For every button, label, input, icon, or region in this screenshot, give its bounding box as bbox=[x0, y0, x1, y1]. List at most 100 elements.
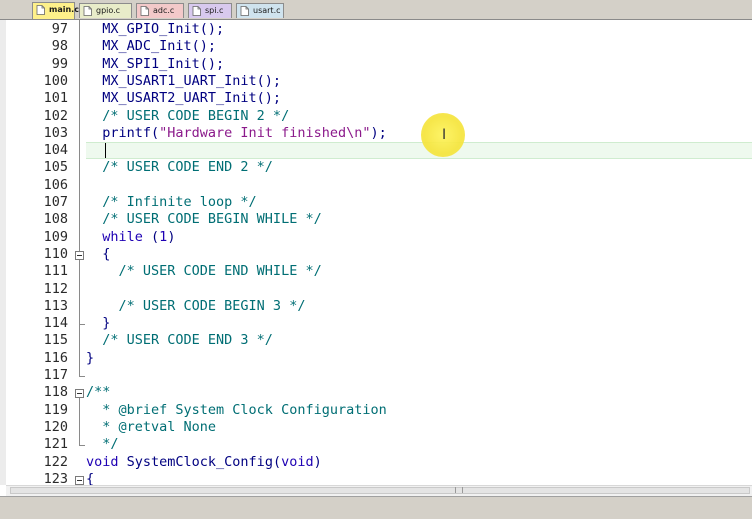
line-number: 100 bbox=[43, 72, 68, 89]
horizontal-scrollbar[interactable] bbox=[6, 485, 752, 496]
line-number: 119 bbox=[43, 401, 68, 418]
tab-spi-c[interactable]: spi.c bbox=[188, 3, 232, 18]
code-token: } bbox=[86, 349, 95, 366]
code-token: while bbox=[102, 228, 143, 245]
code-token: MX_USART2_UART_Init(); bbox=[86, 90, 282, 107]
fold-end-marker bbox=[79, 324, 85, 326]
code-token: /* USER CODE BEGIN WHILE */ bbox=[86, 211, 322, 228]
fold-toggle-icon[interactable] bbox=[75, 389, 84, 399]
code-token: MX_USART1_UART_Init(); bbox=[86, 72, 282, 89]
code-line[interactable]: } bbox=[86, 350, 94, 367]
text-cursor-icon: I bbox=[442, 127, 447, 143]
code-token: } bbox=[86, 315, 111, 332]
line-number: 108 bbox=[43, 211, 68, 228]
code-token: MX_SPI1_Init(); bbox=[86, 55, 225, 72]
code-line[interactable]: MX_USART2_UART_Init(); bbox=[86, 90, 281, 107]
line-number: 112 bbox=[43, 280, 68, 297]
code-token: /* USER CODE END 2 */ bbox=[86, 159, 273, 176]
line-number: 110 bbox=[43, 245, 68, 262]
tab-label: adc.c bbox=[153, 6, 175, 15]
file-icon bbox=[240, 6, 249, 16]
line-number: 114 bbox=[43, 315, 68, 332]
fold-toggle-icon[interactable] bbox=[75, 250, 84, 260]
code-line[interactable]: * @retval None bbox=[86, 419, 216, 436]
tab-adc-c[interactable]: adc.c bbox=[136, 3, 184, 18]
line-number: 103 bbox=[43, 124, 68, 141]
code-line[interactable]: /** bbox=[86, 384, 110, 401]
line-number: 99 bbox=[51, 55, 68, 72]
code-line[interactable]: /* USER CODE END 2 */ bbox=[86, 159, 273, 176]
code-token: * @brief System Clock Configuration bbox=[86, 401, 387, 418]
code-token: ); bbox=[370, 124, 387, 141]
line-number: 117 bbox=[43, 367, 68, 383]
fold-end-marker bbox=[79, 445, 85, 447]
line-number-gutter: 97 98 99 100 101 102 103 104 105 106 107 108 109 110 1… bbox=[6, 20, 74, 485]
code-line[interactable]: /* USER CODE BEGIN 3 */ bbox=[86, 298, 306, 315]
fold-line bbox=[79, 398, 80, 447]
code-line[interactable]: * @brief System Clock Configuration bbox=[86, 401, 387, 419]
code-area[interactable]: MX_GPIO_Init(); MX_ADC_Init(); MX_SPI1_I… bbox=[86, 20, 752, 485]
line-number: 101 bbox=[43, 90, 68, 107]
file-icon bbox=[36, 5, 45, 15]
code-line[interactable]: MX_USART1_UART_Init(); bbox=[86, 73, 281, 90]
code-token: /* USER CODE BEGIN 2 */ bbox=[86, 107, 290, 124]
scrollbar-thumb[interactable] bbox=[10, 487, 750, 494]
line-number: 113 bbox=[43, 297, 68, 314]
tab-label: gpio.c bbox=[96, 6, 121, 15]
text-caret bbox=[105, 143, 106, 159]
fold-toggle-icon[interactable] bbox=[75, 475, 84, 485]
line-number: 104 bbox=[43, 142, 68, 159]
code-line[interactable]: */ bbox=[86, 436, 119, 453]
line-number: 105 bbox=[43, 159, 68, 176]
code-token: void bbox=[281, 453, 314, 470]
file-icon bbox=[83, 6, 92, 16]
code-line[interactable]: MX_ADC_Init(); bbox=[86, 38, 216, 55]
code-token: /* USER CODE END WHILE */ bbox=[86, 263, 322, 280]
code-line[interactable]: while (1) bbox=[86, 229, 175, 246]
code-line[interactable]: /* USER CODE END WHILE */ bbox=[86, 263, 322, 280]
tab-main-c[interactable]: main.c bbox=[32, 2, 79, 19]
line-number: 97 bbox=[51, 21, 68, 37]
code-token: */ bbox=[86, 436, 119, 453]
line-number: 109 bbox=[43, 228, 68, 245]
code-line[interactable]: MX_SPI1_Init(); bbox=[86, 56, 224, 73]
code-token: { bbox=[86, 470, 95, 485]
code-line[interactable]: printf("Hardware Init finished\n"); bbox=[86, 125, 387, 142]
code-line[interactable]: /* Infinite loop */ bbox=[86, 194, 257, 211]
code-line[interactable]: /* USER CODE BEGIN 2 */ bbox=[86, 108, 289, 125]
scrollbar-grip-icon bbox=[455, 487, 463, 493]
code-editor[interactable]: 97 98 99 100 101 102 103 104 105 106 107 108 109 110 1… bbox=[6, 20, 752, 485]
code-line[interactable]: { bbox=[86, 246, 110, 263]
line-number: 120 bbox=[43, 418, 68, 435]
code-line[interactable]: /* USER CODE BEGIN WHILE */ bbox=[86, 211, 322, 228]
fold-margin[interactable] bbox=[74, 20, 86, 485]
code-token: /** bbox=[86, 384, 111, 401]
code-line[interactable]: } bbox=[86, 315, 110, 332]
line-number: 102 bbox=[43, 107, 68, 124]
code-line[interactable]: /* USER CODE END 3 */ bbox=[86, 332, 273, 349]
file-icon bbox=[140, 6, 149, 16]
tab-label: main.c bbox=[49, 5, 79, 14]
line-number: 106 bbox=[43, 176, 68, 193]
line-number: 121 bbox=[43, 436, 68, 453]
file-icon bbox=[192, 6, 201, 16]
line-number: 116 bbox=[43, 349, 68, 366]
code-line[interactable]: { bbox=[86, 471, 94, 485]
tab-gpio-c[interactable]: gpio.c bbox=[79, 3, 132, 18]
tab-usart-c[interactable]: usart.c bbox=[236, 3, 284, 18]
code-token: SystemClock_Config( bbox=[118, 453, 282, 470]
code-token: ) bbox=[167, 228, 176, 245]
code-token: /* Infinite loop */ bbox=[86, 194, 257, 210]
tab-label: spi.c bbox=[205, 6, 224, 15]
status-bar bbox=[0, 496, 752, 519]
line-number: 107 bbox=[43, 194, 68, 210]
line-number: 118 bbox=[43, 384, 68, 401]
code-line[interactable]: void SystemClock_Config(void) bbox=[86, 454, 322, 471]
tab-label: usart.c bbox=[253, 6, 281, 15]
code-token: ( bbox=[142, 228, 160, 245]
code-token: * @retval None bbox=[86, 418, 217, 435]
line-number: 115 bbox=[43, 332, 68, 349]
code-line[interactable]: MX_GPIO_Init(); bbox=[86, 21, 224, 38]
fold-end-marker bbox=[79, 376, 85, 377]
